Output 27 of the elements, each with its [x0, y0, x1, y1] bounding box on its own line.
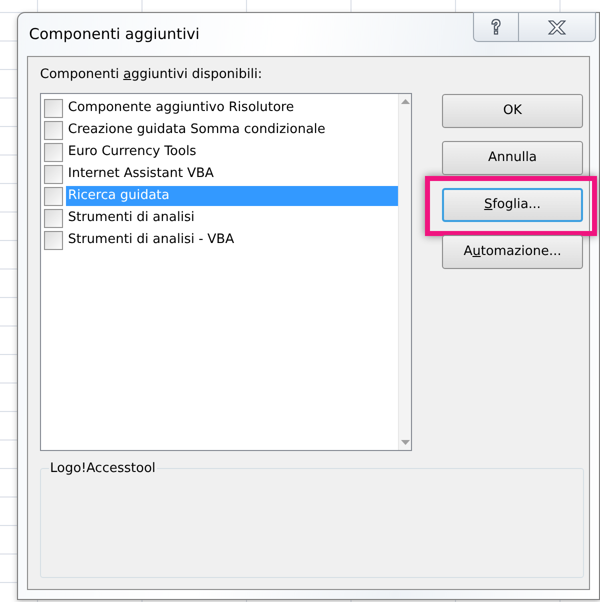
close-icon	[548, 20, 566, 34]
scrollbar[interactable]	[398, 94, 411, 450]
addin-item[interactable]: Internet Assistant VBA	[66, 164, 398, 184]
scroll-down-icon[interactable]	[400, 440, 410, 445]
addin-item[interactable]: Creazione guidata Somma condizionale	[66, 120, 398, 140]
dialog-button[interactable]: Automazione...	[442, 235, 583, 269]
addin-item[interactable]: Strumenti di analisi - VBA	[66, 230, 398, 250]
checkbox[interactable]	[44, 120, 63, 140]
checkbox[interactable]	[44, 164, 63, 184]
checkbox[interactable]	[44, 208, 63, 228]
addin-item[interactable]: Euro Currency Tools	[66, 142, 398, 162]
help-button[interactable]	[473, 12, 519, 42]
addin-item[interactable]: Strumenti di analisi	[66, 208, 398, 228]
checkbox[interactable]	[44, 98, 63, 118]
dialog-button[interactable]: OK	[442, 94, 583, 128]
scroll-up-icon[interactable]	[400, 99, 410, 104]
list-label: Componenti aggiuntivi disponibili:	[40, 66, 262, 84]
addin-item[interactable]: Componente aggiuntivo Risolutore	[66, 98, 398, 118]
checkbox[interactable]	[44, 142, 63, 162]
checkbox[interactable]	[44, 230, 63, 250]
dialog-button[interactable]: Annulla	[442, 141, 583, 175]
addins-list[interactable]: Componente aggiuntivo Risolutore Creazione guidata Somma condizionale Euro Currency Tools Internet Assistant VBA Ricerca guidata Strumenti di analisi Strumenti di analisi - VBA	[40, 93, 412, 451]
checkbox[interactable]	[44, 186, 63, 206]
close-button[interactable]	[519, 12, 596, 42]
window-title: Componenti aggiuntivi	[28, 24, 201, 45]
dialog-button[interactable]: Sfoglia...	[442, 188, 583, 222]
help-icon	[490, 18, 502, 36]
